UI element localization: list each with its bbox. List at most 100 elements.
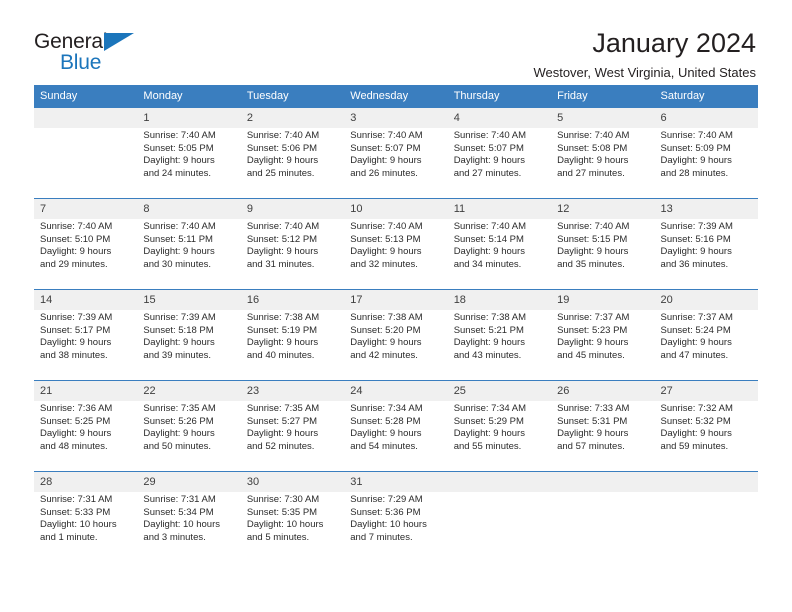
- day-cell-number[interactable]: 14: [34, 290, 138, 310]
- sunrise-text: Sunrise: 7:36 AM: [40, 403, 113, 414]
- day-cell-number[interactable]: [34, 108, 138, 128]
- day-cell-number[interactable]: 26: [551, 381, 655, 401]
- sunset-text: Sunset: 5:21 PM: [453, 324, 524, 336]
- day-cell-detail: Sunrise: 7:40 AM Sunset: 5:11 PM Dayligh…: [137, 219, 241, 289]
- sunrise-text: Sunrise: 7:40 AM: [246, 130, 320, 141]
- day-cell-number[interactable]: [551, 472, 655, 492]
- sunset-text: Sunset: 5:20 PM: [350, 324, 421, 336]
- sunrise-text: Sunrise: 7:35 AM: [143, 403, 216, 414]
- daylight-text-line1: Daylight: 10 hours: [350, 519, 427, 531]
- day-cell-number[interactable]: 21: [34, 381, 138, 401]
- sunset-text: Sunset: 5:36 PM: [350, 506, 421, 518]
- day-cell-number[interactable]: 6: [654, 108, 758, 128]
- day-cell-detail: Sunrise: 7:40 AM Sunset: 5:07 PM Dayligh…: [344, 128, 448, 198]
- day-cell-number[interactable]: 17: [344, 290, 448, 310]
- day-cell-number[interactable]: 3: [344, 108, 448, 128]
- day-cell-number[interactable]: 12: [551, 199, 655, 219]
- sunrise-text: Sunrise: 7:37 AM: [557, 312, 630, 323]
- sunrise-text: Sunrise: 7:31 AM: [143, 494, 216, 505]
- sunrise-text: Sunrise: 7:40 AM: [143, 130, 216, 141]
- week-2-details: Sunrise: 7:40 AM Sunset: 5:10 PM Dayligh…: [34, 219, 758, 289]
- day-cell-number[interactable]: [654, 472, 758, 492]
- daylight-text-line2: and 31 minutes.: [246, 258, 315, 270]
- day-cell-number[interactable]: 31: [344, 472, 448, 492]
- day-cell-detail: Sunrise: 7:35 AM Sunset: 5:26 PM Dayligh…: [137, 401, 241, 471]
- daylight-text-line1: Daylight: 9 hours: [246, 337, 319, 349]
- day-cell-number[interactable]: 18: [447, 290, 552, 310]
- day-cell-number[interactable]: 9: [240, 199, 345, 219]
- daylight-text-line2: and 39 minutes.: [143, 349, 212, 361]
- day-cell-detail: [34, 128, 138, 198]
- daylight-text-line1: Daylight: 9 hours: [143, 337, 215, 349]
- daylight-text-line1: Daylight: 9 hours: [350, 337, 422, 349]
- daylight-text-line1: Daylight: 9 hours: [453, 428, 525, 440]
- brand-logo[interactable]: General Blue: [34, 28, 164, 73]
- sunset-text: Sunset: 5:13 PM: [350, 233, 421, 245]
- daylight-text-line2: and 25 minutes.: [246, 167, 315, 179]
- daylight-text-line1: Daylight: 9 hours: [350, 428, 422, 440]
- day-cell-detail: Sunrise: 7:40 AM Sunset: 5:13 PM Dayligh…: [344, 219, 448, 289]
- day-cell-detail: Sunrise: 7:40 AM Sunset: 5:06 PM Dayligh…: [240, 128, 345, 198]
- sunset-text: Sunset: 5:16 PM: [660, 233, 731, 245]
- daylight-text-line1: Daylight: 10 hours: [143, 519, 220, 531]
- day-cell-number[interactable]: 24: [344, 381, 448, 401]
- day-cell-number[interactable]: 2: [240, 108, 345, 128]
- sunrise-text: Sunrise: 7:29 AM: [350, 494, 423, 505]
- day-cell-detail: [551, 492, 655, 562]
- sunrise-text: Sunrise: 7:35 AM: [246, 403, 320, 414]
- daylight-text-line1: Daylight: 9 hours: [557, 246, 629, 258]
- sunset-text: Sunset: 5:27 PM: [246, 415, 318, 427]
- day-cell-detail: [447, 492, 552, 562]
- daylight-text-line2: and 27 minutes.: [557, 167, 625, 179]
- day-cell-number[interactable]: 1: [137, 108, 241, 128]
- sunrise-text: Sunrise: 7:38 AM: [350, 312, 423, 323]
- sunset-text: Sunset: 5:17 PM: [40, 324, 111, 336]
- triangle-icon: [104, 33, 134, 51]
- day-cell-number[interactable]: 11: [447, 199, 552, 219]
- day-cell-number[interactable]: 7: [34, 199, 138, 219]
- daylight-text-line2: and 42 minutes.: [350, 349, 418, 361]
- sunrise-text: Sunrise: 7:40 AM: [143, 221, 216, 232]
- daylight-text-line2: and 34 minutes.: [453, 258, 522, 270]
- day-cell-number[interactable]: 27: [654, 381, 758, 401]
- day-cell-number[interactable]: 28: [34, 472, 138, 492]
- day-cell-detail: Sunrise: 7:38 AM Sunset: 5:21 PM Dayligh…: [447, 310, 552, 380]
- day-cell-number[interactable]: 13: [654, 199, 758, 219]
- day-cell-number[interactable]: 8: [137, 199, 241, 219]
- daylight-text-line1: Daylight: 10 hours: [246, 519, 324, 531]
- day-cell-number[interactable]: 23: [240, 381, 345, 401]
- week-3-details: Sunrise: 7:39 AM Sunset: 5:17 PM Dayligh…: [34, 310, 758, 380]
- sunset-text: Sunset: 5:10 PM: [40, 233, 111, 245]
- day-cell-number[interactable]: 19: [551, 290, 655, 310]
- day-cell-number[interactable]: 10: [344, 199, 448, 219]
- day-cell-number[interactable]: 22: [137, 381, 241, 401]
- sunset-text: Sunset: 5:29 PM: [453, 415, 524, 427]
- day-cell-number[interactable]: [447, 472, 552, 492]
- calendar-body: 1 2 3 4 5 6 Sunrise: 7:40 AM Sunset: 5:0…: [34, 108, 758, 562]
- day-cell-number[interactable]: 30: [240, 472, 345, 492]
- day-cell-detail: Sunrise: 7:40 AM Sunset: 5:07 PM Dayligh…: [447, 128, 552, 198]
- week-4-details: Sunrise: 7:36 AM Sunset: 5:25 PM Dayligh…: [34, 401, 758, 471]
- day-cell-number[interactable]: 29: [137, 472, 241, 492]
- day-cell-number[interactable]: 16: [240, 290, 345, 310]
- sunset-text: Sunset: 5:14 PM: [453, 233, 524, 245]
- brand-name-general: General: [34, 30, 108, 53]
- weekday-header-tuesday: Tuesday: [240, 85, 345, 108]
- daylight-text-line1: Daylight: 9 hours: [557, 428, 629, 440]
- sunset-text: Sunset: 5:32 PM: [660, 415, 731, 427]
- day-cell-number[interactable]: 4: [447, 108, 552, 128]
- day-cell-number[interactable]: 5: [551, 108, 655, 128]
- day-cell-detail: Sunrise: 7:32 AM Sunset: 5:32 PM Dayligh…: [654, 401, 758, 471]
- sunset-text: Sunset: 5:28 PM: [350, 415, 421, 427]
- week-3-daynumbers: 14 15 16 17 18 19 20: [34, 290, 758, 310]
- daylight-text-line1: Daylight: 9 hours: [350, 246, 422, 258]
- day-cell-number[interactable]: 15: [137, 290, 241, 310]
- day-cell-number[interactable]: 20: [654, 290, 758, 310]
- sunset-text: Sunset: 5:18 PM: [143, 324, 214, 336]
- day-cell-detail: Sunrise: 7:40 AM Sunset: 5:15 PM Dayligh…: [551, 219, 655, 289]
- weekday-header-thursday: Thursday: [447, 85, 552, 108]
- day-cell-detail: Sunrise: 7:40 AM Sunset: 5:09 PM Dayligh…: [654, 128, 758, 198]
- daylight-text-line2: and 1 minute.: [40, 531, 98, 543]
- sunrise-text: Sunrise: 7:38 AM: [246, 312, 320, 323]
- day-cell-number[interactable]: 25: [447, 381, 552, 401]
